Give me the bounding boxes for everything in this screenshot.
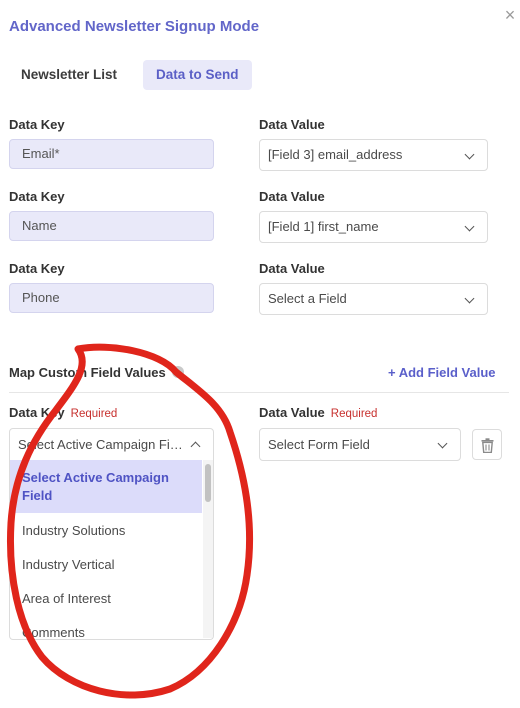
chevron-down-icon bbox=[464, 293, 475, 304]
tab-data-to-send[interactable]: Data to Send bbox=[143, 60, 252, 90]
data-value-label: Data Value bbox=[259, 189, 325, 204]
add-field-value-link[interactable]: + Add Field Value bbox=[388, 365, 496, 380]
dropdown-option[interactable]: Industry Vertical bbox=[10, 556, 202, 574]
data-value-select-text: Select a Field bbox=[268, 291, 347, 306]
required-badge: Required bbox=[330, 408, 378, 420]
dropdown-option[interactable]: Area of Interest bbox=[10, 590, 202, 608]
tab-newsletter-list[interactable]: Newsletter List bbox=[8, 60, 130, 90]
dropdown-option-selected[interactable]: Select Active Campaign Field bbox=[10, 460, 202, 513]
delete-row-button[interactable] bbox=[472, 429, 502, 460]
data-key-label: Data Key bbox=[9, 261, 65, 276]
data-value-label: Data Value bbox=[259, 117, 325, 132]
data-key-label: Data Key bbox=[9, 189, 65, 204]
help-icon[interactable] bbox=[172, 366, 184, 378]
section-title: Map Custom Field Values bbox=[9, 365, 166, 380]
data-value-select-text: [Field 1] first_name bbox=[268, 219, 379, 234]
chevron-up-icon bbox=[190, 441, 201, 452]
data-key-field: Name bbox=[9, 211, 214, 241]
chevron-down-icon bbox=[464, 149, 475, 160]
custom-value-label-text: Data Value bbox=[259, 405, 325, 420]
chevron-down-icon bbox=[437, 438, 448, 449]
chevron-down-icon bbox=[464, 221, 475, 232]
data-value-select[interactable]: [Field 1] first_name bbox=[259, 211, 488, 243]
active-campaign-field-select[interactable]: Select Active Campaign Field bbox=[9, 428, 214, 462]
data-key-field: Phone bbox=[9, 283, 214, 313]
required-badge: Required bbox=[70, 408, 118, 420]
dropdown-option[interactable]: Industry Solutions bbox=[10, 522, 202, 540]
divider bbox=[9, 392, 509, 393]
trash-icon bbox=[481, 438, 494, 453]
data-value-select[interactable]: Select a Field bbox=[259, 283, 488, 315]
close-icon[interactable]: × bbox=[503, 6, 517, 24]
data-value-select[interactable]: [Field 3] email_address bbox=[259, 139, 488, 171]
data-value-select-text: [Field 3] email_address bbox=[268, 147, 403, 162]
custom-value-label: Data Value Required bbox=[259, 405, 377, 420]
custom-key-label-text: Data Key bbox=[9, 405, 65, 420]
data-key-field: Email* bbox=[9, 139, 214, 169]
data-key-label: Data Key bbox=[9, 117, 65, 132]
form-field-select[interactable]: Select Form Field bbox=[259, 428, 461, 461]
active-campaign-field-dropdown: Select Active Campaign Field Industry So… bbox=[9, 460, 214, 640]
modal-title: Advanced Newsletter Signup Mode bbox=[9, 18, 260, 35]
custom-key-label: Data Key Required bbox=[9, 405, 117, 420]
scrollbar-thumb[interactable] bbox=[205, 464, 211, 502]
data-value-label: Data Value bbox=[259, 261, 325, 276]
form-field-select-text: Select Form Field bbox=[268, 437, 370, 452]
dropdown-option[interactable]: Comments bbox=[10, 624, 202, 639]
active-campaign-field-select-text: Select Active Campaign Field bbox=[18, 437, 186, 452]
dropdown-scrollbar[interactable] bbox=[203, 460, 213, 638]
